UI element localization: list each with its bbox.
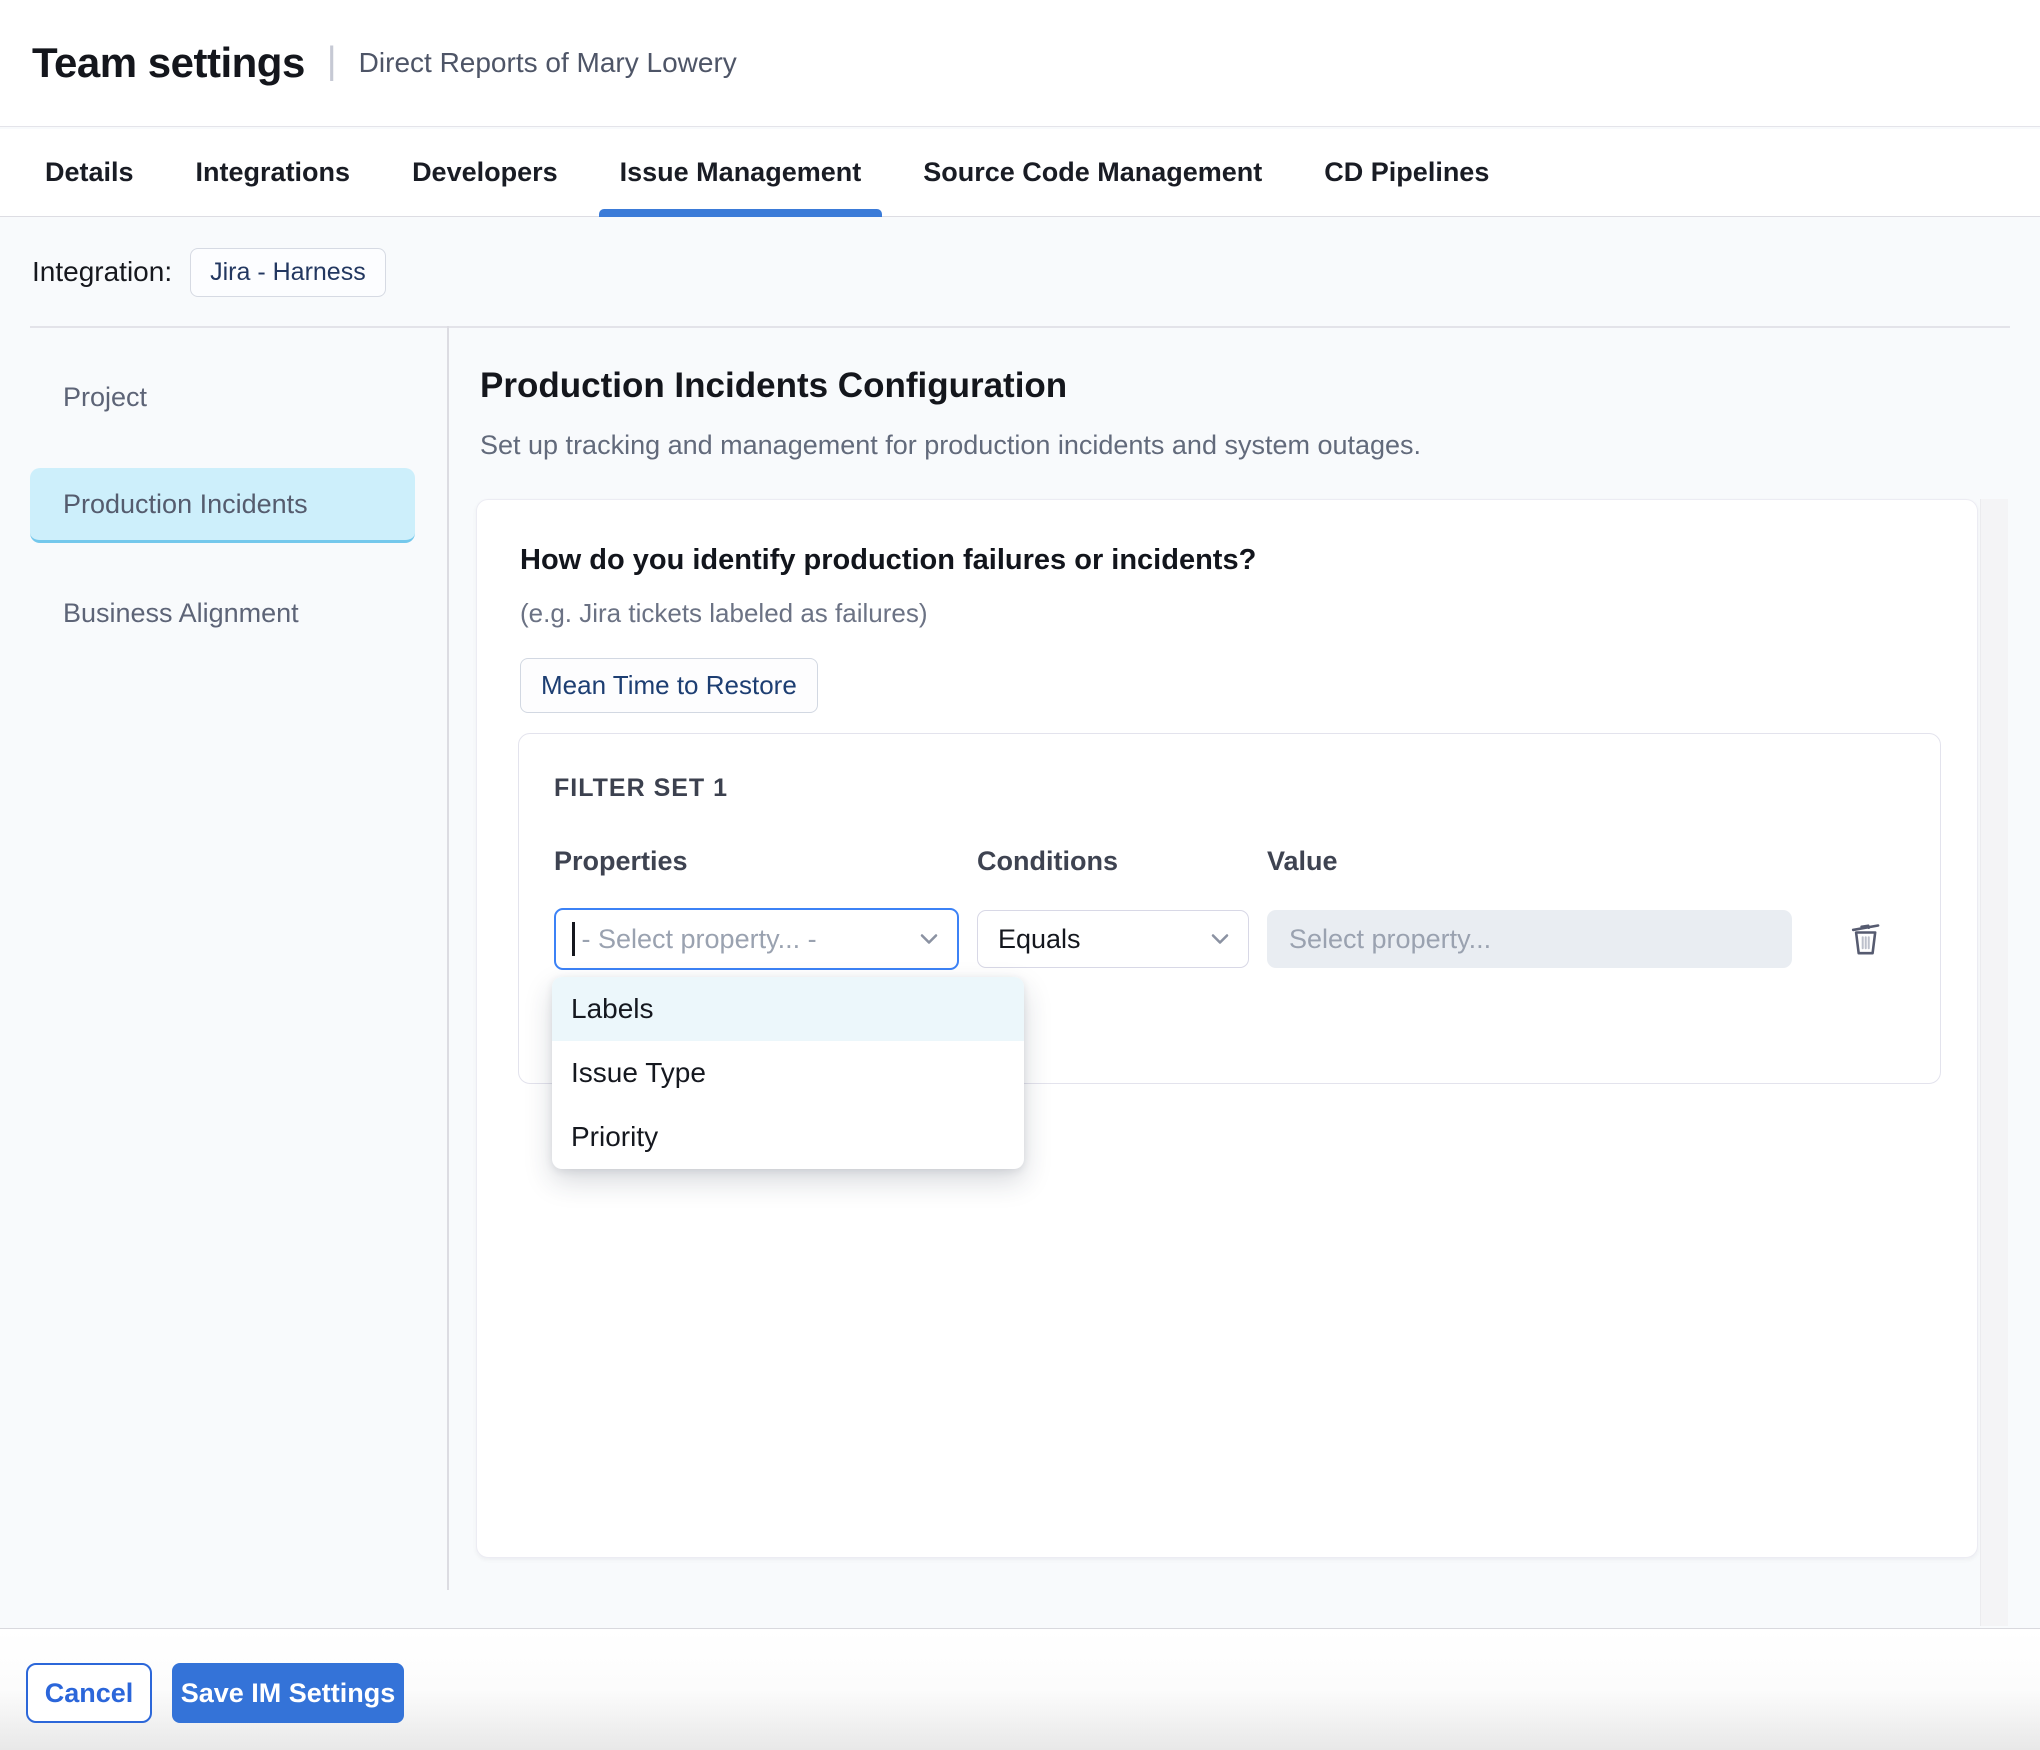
tab-issue-management[interactable]: Issue Management (589, 129, 893, 216)
mean-time-to-restore-tab[interactable]: Mean Time to Restore (520, 658, 818, 713)
property-select-placeholder: - Select property... - (582, 924, 817, 955)
team-name-subtitle: Direct Reports of Mary Lowery (359, 47, 737, 79)
incidents-config-card: How do you identify production failures … (476, 499, 1978, 1558)
save-im-settings-button[interactable]: Save IM Settings (172, 1663, 404, 1723)
question-heading: How do you identify production failures … (520, 544, 1256, 577)
tab-source-code-management[interactable]: Source Code Management (892, 129, 1293, 216)
section-title: Production Incidents Configuration (480, 366, 1067, 406)
condition-select[interactable]: Equals (977, 910, 1249, 968)
tab-details[interactable]: Details (14, 129, 165, 216)
property-select[interactable]: - Select property... - (554, 908, 959, 970)
chevron-down-icon (915, 925, 943, 953)
sidebar-item-business-alignment[interactable]: Business Alignment (30, 576, 415, 651)
integration-chip[interactable]: Jira - Harness (190, 248, 386, 297)
value-column-label: Value (1267, 846, 1338, 877)
conditions-column-label: Conditions (977, 846, 1118, 877)
value-input[interactable]: Select property... (1267, 910, 1792, 968)
tab-integrations[interactable]: Integrations (165, 129, 382, 216)
integration-label: Integration: (32, 256, 172, 288)
sidebar-item-production-incidents[interactable]: Production Incidents (30, 468, 415, 543)
chevron-down-icon (1206, 925, 1234, 953)
delete-filter-button[interactable] (1841, 914, 1891, 964)
trash-icon (1844, 916, 1888, 963)
condition-select-value: Equals (998, 924, 1081, 955)
question-hint: (e.g. Jira tickets labeled as failures) (520, 598, 928, 629)
scrollbar-track[interactable] (1980, 499, 2008, 1626)
tab-developers[interactable]: Developers (381, 129, 589, 216)
title-separator: | (327, 40, 337, 83)
property-dropdown: Labels Issue Type Priority (552, 977, 1024, 1169)
cancel-button[interactable]: Cancel (26, 1663, 152, 1723)
tab-cd-pipelines[interactable]: CD Pipelines (1293, 129, 1520, 216)
properties-column-label: Properties (554, 846, 688, 877)
value-input-placeholder: Select property... (1289, 924, 1491, 955)
filter-set-panel: FILTER SET 1 Properties Conditions Value… (518, 733, 1941, 1084)
dropdown-option-issue-type[interactable]: Issue Type (552, 1041, 1024, 1105)
page-title: Team settings (32, 39, 305, 87)
section-subtitle: Set up tracking and management for produ… (480, 430, 1421, 461)
integration-row: Integration: Jira - Harness (32, 240, 386, 304)
settings-sidebar: Project Production Incidents Business Al… (30, 360, 415, 651)
settings-tabbar: Details Integrations Developers Issue Ma… (0, 129, 2040, 217)
text-cursor (572, 922, 575, 956)
sidebar-divider (447, 326, 449, 1590)
page-header: Team settings | Direct Reports of Mary L… (0, 0, 2040, 127)
footer-bar: Cancel Save IM Settings (0, 1628, 2040, 1750)
dropdown-option-priority[interactable]: Priority (552, 1105, 1024, 1169)
filter-set-title: FILTER SET 1 (554, 774, 728, 803)
horizontal-divider (30, 326, 2010, 328)
dropdown-option-labels[interactable]: Labels (552, 977, 1024, 1041)
sidebar-item-project[interactable]: Project (30, 360, 415, 435)
